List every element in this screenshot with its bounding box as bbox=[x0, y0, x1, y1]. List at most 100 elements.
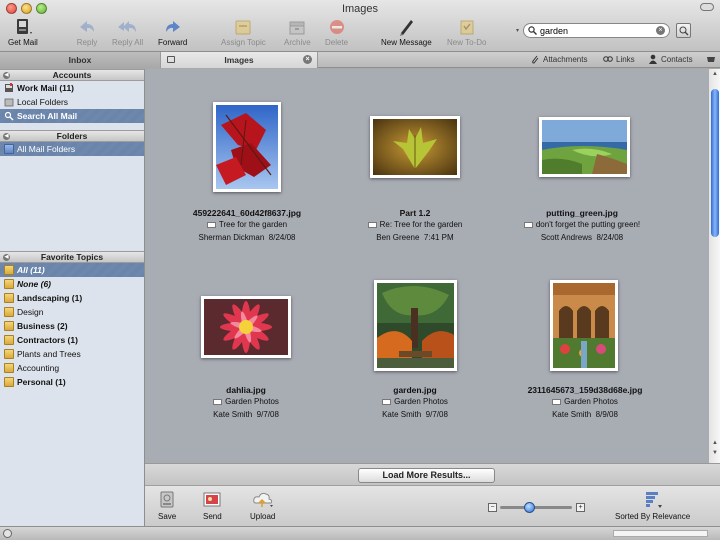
scroll-up-icon[interactable]: ▲ bbox=[711, 440, 719, 446]
clear-search-icon[interactable]: × bbox=[656, 26, 665, 35]
reply-all-button[interactable]: Reply All bbox=[112, 17, 143, 47]
result-sender: Scott Andrews bbox=[540, 233, 592, 242]
result-subject-text: Garden Photos bbox=[225, 397, 279, 406]
upload-cloud-icon bbox=[252, 492, 273, 507]
folders-section-header[interactable]: ◀ Folders bbox=[0, 130, 144, 142]
result-filename[interactable]: 459222641_60d42f8637.jpg bbox=[167, 208, 327, 218]
assign-topic-button[interactable]: Assign Topic bbox=[221, 17, 266, 47]
reply-all-label: Reply All bbox=[112, 38, 144, 47]
save-icon bbox=[160, 491, 174, 508]
sidebar-item-label: Landscaping (1) bbox=[17, 293, 83, 303]
sidebar-item-local-folders[interactable]: Local Folders bbox=[0, 95, 144, 109]
scroll-thumb[interactable] bbox=[711, 89, 719, 237]
topic-folder-icon bbox=[4, 335, 14, 345]
result-subject[interactable]: don't forget the putting green! bbox=[502, 220, 662, 229]
result-thumbnail[interactable] bbox=[374, 280, 457, 371]
result-filename[interactable]: dahlia.jpg bbox=[166, 385, 326, 395]
tab-inbox[interactable]: Inbox bbox=[0, 52, 161, 68]
tray-icon[interactable] bbox=[706, 54, 716, 64]
envelope-icon bbox=[523, 221, 533, 228]
zoom-out-icon[interactable]: − bbox=[488, 503, 497, 512]
send-button[interactable]: Send bbox=[203, 491, 222, 521]
result-filename[interactable]: 2311645673_159d38d68e.jpg bbox=[505, 385, 665, 395]
sidebar-item-topic-business[interactable]: Business (2) bbox=[0, 319, 144, 333]
sort-bars-icon bbox=[645, 492, 662, 508]
result-sender: Kate Smith bbox=[382, 410, 422, 419]
result-subject[interactable]: Garden Photos bbox=[505, 397, 665, 406]
contacts-button[interactable]: Contacts bbox=[648, 54, 693, 64]
accounts-section-header[interactable]: ◀ Accounts bbox=[0, 69, 144, 81]
result-subject[interactable]: Tree for the garden bbox=[167, 220, 327, 229]
sidebar-item-topic-design[interactable]: Design bbox=[0, 305, 144, 319]
person-icon bbox=[649, 54, 657, 64]
sidebar-item-topic-personal[interactable]: Personal (1) bbox=[0, 375, 144, 389]
toolbar-toggle-button[interactable] bbox=[700, 3, 714, 11]
sidebar-item-topic-accounting[interactable]: Accounting bbox=[0, 361, 144, 375]
result-meta: Scott Andrews 8/24/08 bbox=[502, 233, 662, 242]
sidebar-item-topic-landscaping[interactable]: Landscaping (1) bbox=[0, 291, 144, 305]
tab-images[interactable]: Images × bbox=[161, 52, 318, 68]
scroll-up-icon[interactable]: ▲ bbox=[711, 71, 719, 77]
forward-button[interactable]: Forward bbox=[158, 17, 187, 47]
zoom-in-icon[interactable]: + bbox=[576, 503, 585, 512]
assign-topic-label: Assign Topic bbox=[221, 38, 266, 47]
sidebar-item-search-all-mail[interactable]: Search All Mail bbox=[0, 109, 144, 123]
sidebar-item-all-mail-folders[interactable]: All Mail Folders bbox=[0, 142, 144, 156]
load-more-button[interactable]: Load More Results... bbox=[358, 468, 495, 483]
collapse-accounts-icon[interactable]: ◀ bbox=[3, 72, 10, 79]
collapse-topics-icon[interactable]: ◀ bbox=[3, 254, 10, 261]
result-thumbnail[interactable] bbox=[201, 296, 291, 358]
reply-all-arrow-icon bbox=[117, 17, 139, 37]
result-filename[interactable]: garden.jpg bbox=[335, 385, 495, 395]
topics-header-label: Favorite Topics bbox=[40, 252, 104, 262]
sort-label: Sorted By Relevance bbox=[615, 512, 691, 521]
forward-label: Forward bbox=[158, 38, 188, 47]
sidebar-item-work-mail[interactable]: Work Mail (11) bbox=[0, 81, 144, 95]
search-options-caret-icon[interactable]: ▾ bbox=[516, 27, 519, 34]
toolbar: Images Get Mail Reply Reply All Forward … bbox=[0, 0, 720, 52]
save-button[interactable]: Save bbox=[158, 491, 176, 521]
result-sender: Ben Greene bbox=[376, 233, 420, 242]
links-button[interactable]: Links bbox=[603, 54, 635, 64]
reply-button[interactable]: Reply bbox=[76, 17, 98, 47]
sidebar-item-topic-all[interactable]: All (11) bbox=[0, 263, 144, 277]
search-field[interactable]: × bbox=[523, 23, 670, 38]
attachments-button[interactable]: Attachments bbox=[531, 54, 587, 64]
result-subject-text: Garden Photos bbox=[394, 397, 448, 406]
result-filename[interactable]: Part 1.2 bbox=[335, 208, 495, 218]
search-scope-button[interactable] bbox=[676, 23, 691, 38]
results-grid: 459222641_60d42f8637.jpg Tree for the ga… bbox=[145, 69, 708, 463]
result-subject[interactable]: Re: Tree for the garden bbox=[335, 220, 495, 229]
delete-button[interactable]: Delete bbox=[325, 17, 348, 47]
result-subject[interactable]: Garden Photos bbox=[335, 397, 495, 406]
sidebar-item-topic-contractors[interactable]: Contractors (1) bbox=[0, 333, 144, 347]
result-subject[interactable]: Garden Photos bbox=[166, 397, 326, 406]
new-todo-button[interactable]: New To-Do bbox=[447, 17, 486, 47]
result-thumbnail[interactable] bbox=[370, 116, 460, 178]
archive-label: Archive bbox=[284, 38, 311, 47]
collapse-folders-icon[interactable]: ◀ bbox=[3, 133, 10, 140]
archive-button[interactable]: Archive bbox=[284, 17, 311, 47]
result-thumbnail[interactable] bbox=[213, 102, 281, 192]
search-input[interactable] bbox=[540, 25, 650, 36]
sidebar-item-topic-none[interactable]: None (6) bbox=[0, 277, 144, 291]
result-filename[interactable]: putting_green.jpg bbox=[502, 208, 662, 218]
upload-button[interactable]: Upload bbox=[250, 491, 275, 521]
zoom-knob[interactable] bbox=[523, 502, 535, 513]
activity-icon[interactable] bbox=[3, 529, 12, 538]
result-meta: Kate Smith 9/7/08 bbox=[166, 410, 326, 419]
zoom-track[interactable] bbox=[500, 506, 572, 509]
sidebar-item-label: None (6) bbox=[17, 279, 51, 289]
sidebar-item-topic-plants[interactable]: Plants and Trees bbox=[0, 347, 144, 361]
topics-section-header[interactable]: ◀ Favorite Topics bbox=[0, 251, 144, 263]
window-title: Images bbox=[341, 3, 379, 15]
result-thumbnail[interactable] bbox=[539, 117, 630, 177]
scroll-down-icon[interactable]: ▼ bbox=[711, 450, 719, 456]
new-message-button[interactable]: New Message bbox=[381, 17, 432, 47]
zoom-slider[interactable]: − + bbox=[488, 502, 586, 513]
sort-button[interactable]: Sorted By Relevance bbox=[615, 491, 690, 521]
get-mail-button[interactable]: Get Mail bbox=[8, 17, 38, 47]
result-thumbnail[interactable] bbox=[550, 280, 618, 371]
results-scrollbar[interactable]: ▲ ▲ ▼ bbox=[708, 69, 720, 463]
close-tab-icon[interactable]: × bbox=[303, 55, 312, 64]
